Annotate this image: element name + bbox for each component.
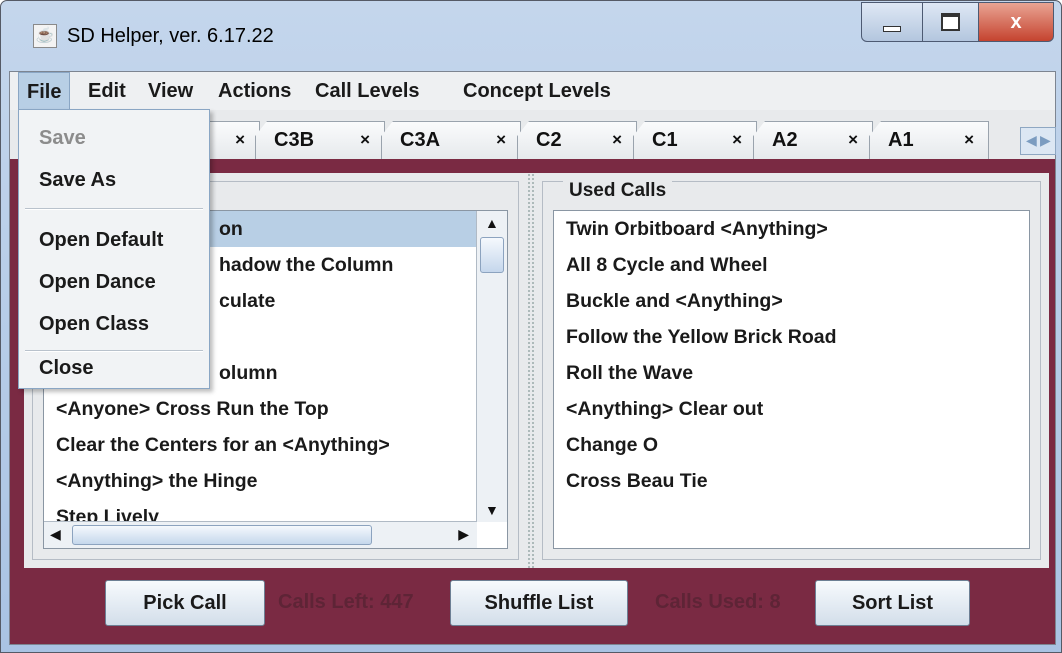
tab-c2[interactable]: C2 × — [517, 121, 637, 159]
menu-item-open-class[interactable]: Open Class — [19, 304, 209, 344]
menu-concept-levels[interactable]: Concept Levels — [455, 72, 619, 110]
list-item[interactable]: Step Lively — [44, 499, 477, 522]
tab-close-icon[interactable]: × — [612, 122, 622, 158]
scroll-thumb[interactable] — [480, 237, 504, 273]
available-vertical-scrollbar[interactable]: ▲ ▼ — [476, 211, 507, 522]
tab-label: C2 — [536, 129, 562, 151]
close-icon: x — [1010, 10, 1022, 33]
tab-c1[interactable]: C1 × — [633, 121, 757, 159]
menu-edit[interactable]: Edit — [80, 72, 134, 110]
tab-c3a[interactable]: C3A × — [381, 121, 521, 159]
used-calls-title: Used Calls — [563, 180, 673, 202]
tab-close-icon[interactable]: × — [496, 122, 506, 158]
list-item[interactable]: All 8 Cycle and Wheel — [554, 247, 1029, 283]
tab-label: C3A — [400, 129, 441, 151]
used-calls-group: Used Calls Twin Orbitboard <Anything> Al… — [542, 180, 1041, 560]
list-item[interactable]: <Anyone> Cross Run the Top — [44, 391, 477, 427]
window-title: SD Helper, ver. 6.17.22 — [67, 25, 274, 47]
tab-a1[interactable]: A1 × — [869, 121, 989, 159]
menu-view[interactable]: View — [140, 72, 201, 110]
menu-item-save-as[interactable]: Save As — [19, 160, 209, 200]
pick-call-button[interactable]: Pick Call — [105, 580, 265, 626]
scroll-left-icon[interactable]: ◀ — [50, 526, 61, 543]
menu-item-open-default[interactable]: Open Default — [19, 220, 209, 260]
menu-file[interactable]: File — [18, 72, 71, 110]
menu-item-save: Save — [39, 127, 86, 149]
menu-actions[interactable]: Actions — [210, 72, 299, 110]
tab-label: C3B — [274, 129, 315, 151]
list-item[interactable]: Clear the Centers for an <Anything> — [44, 427, 477, 463]
tab-close-icon[interactable]: × — [848, 122, 858, 158]
java-app-icon: ☕ — [33, 24, 57, 48]
list-item[interactable]: Twin Orbitboard <Anything> — [554, 211, 1029, 247]
calls-left-label: Calls Left: 447 — [278, 591, 414, 613]
split-pane-divider[interactable] — [527, 173, 534, 568]
tab-close-icon[interactable]: × — [235, 122, 245, 158]
menu-separator — [25, 208, 203, 210]
file-dropdown-menu: Save Save As Open Default Open Dance Ope… — [18, 109, 210, 389]
maximize-icon — [941, 13, 960, 31]
minimize-icon — [883, 26, 901, 32]
list-item[interactable]: Follow the Yellow Brick Road — [554, 319, 1029, 355]
menu-item-open-dance[interactable]: Open Dance — [19, 262, 209, 302]
tab-label: A1 — [888, 129, 914, 151]
tab-a2[interactable]: A2 × — [753, 121, 873, 159]
sort-list-button[interactable]: Sort List — [815, 580, 970, 626]
used-calls-list[interactable]: Twin Orbitboard <Anything> All 8 Cycle a… — [553, 210, 1030, 549]
scroll-down-icon[interactable]: ▼ — [485, 502, 499, 518]
tab-close-icon[interactable]: × — [360, 122, 370, 158]
title-bar[interactable]: ☕ SD Helper, ver. 6.17.22 x — [1, 1, 1061, 71]
list-item[interactable]: <Anything> Clear out — [554, 391, 1029, 427]
shuffle-list-button[interactable]: Shuffle List — [450, 580, 628, 626]
used-calls-panel: Used Calls Twin Orbitboard <Anything> Al… — [534, 173, 1049, 568]
tab-scroll-left-icon[interactable]: ◀ — [1026, 132, 1037, 149]
maximize-button[interactable] — [922, 2, 979, 42]
menu-bar: File Edit View Actions Call Levels Conce… — [10, 72, 1055, 110]
tab-close-icon[interactable]: × — [964, 122, 974, 158]
available-horizontal-scrollbar[interactable]: ◀ ▶ — [44, 521, 477, 548]
tab-scroll-right-icon[interactable]: ▶ — [1040, 132, 1051, 149]
calls-used-label: Calls Used: 8 — [655, 591, 781, 613]
scroll-thumb[interactable] — [72, 525, 372, 545]
tab-label: C1 — [652, 129, 678, 151]
scroll-right-icon[interactable]: ▶ — [458, 526, 469, 543]
tab-c3b[interactable]: C3B × — [255, 121, 385, 159]
tab-label: A2 — [772, 129, 798, 151]
scroll-up-icon[interactable]: ▲ — [485, 215, 499, 231]
tab-scroll-buttons[interactable]: ◀ ▶ — [1020, 127, 1056, 155]
list-item[interactable]: <Anything> the Hinge — [44, 463, 477, 499]
menu-call-levels[interactable]: Call Levels — [307, 72, 428, 110]
app-window: ☕ SD Helper, ver. 6.17.22 x File Edit Vi… — [0, 0, 1062, 653]
menu-item-close[interactable]: Close — [19, 348, 209, 388]
list-item[interactable]: Cross Beau Tie — [554, 463, 1029, 499]
list-item[interactable]: Roll the Wave — [554, 355, 1029, 391]
close-window-button[interactable]: x — [978, 2, 1054, 42]
bottom-toolbar: Pick Call Calls Left: 447 Shuffle List C… — [10, 569, 1055, 644]
minimize-button[interactable] — [861, 2, 923, 42]
tab-close-icon[interactable]: × — [732, 122, 742, 158]
list-item[interactable]: Change O — [554, 427, 1029, 463]
list-item[interactable]: Buckle and <Anything> — [554, 283, 1029, 319]
